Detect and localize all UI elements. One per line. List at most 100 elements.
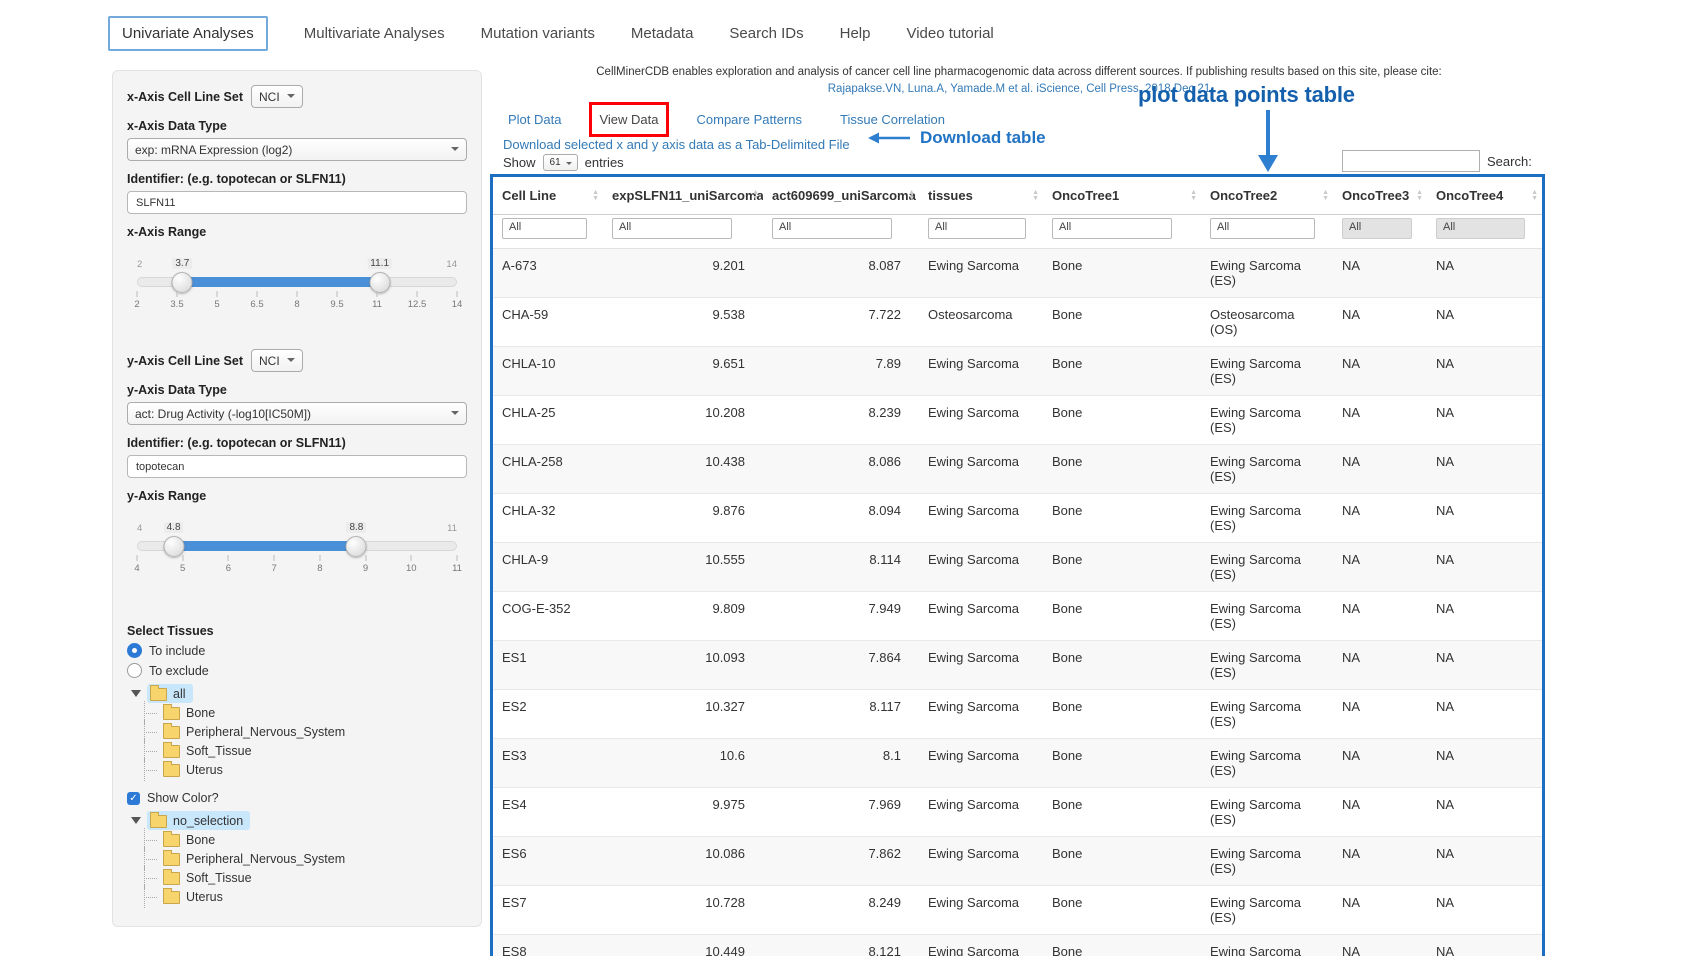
x-cell-line-set-select[interactable]: NCI bbox=[251, 85, 303, 108]
column-filter-cell-line[interactable]: All bbox=[502, 218, 587, 239]
table-row[interactable]: CHLA-2510.2088.239Ewing SarcomaBoneEwing… bbox=[493, 396, 1542, 445]
sort-icon[interactable]: ▲▼ bbox=[592, 190, 599, 202]
table-row[interactable]: CHLA-109.6517.89Ewing SarcomaBoneEwing S… bbox=[493, 347, 1542, 396]
exclude-radio[interactable] bbox=[127, 663, 142, 678]
column-filter-oncotree3[interactable]: All bbox=[1342, 218, 1412, 239]
tree-item-uterus[interactable]: Uterus bbox=[141, 760, 467, 779]
y-data-type-select[interactable]: act: Drug Activity (-log10[IC50M]) bbox=[127, 402, 467, 425]
column-header-oncotree3[interactable]: OncoTree3▲▼ bbox=[1333, 177, 1427, 215]
x-data-type-select[interactable]: exp: mRNA Expression (log2) bbox=[127, 138, 467, 161]
column-filter-oncotree2[interactable]: All bbox=[1210, 218, 1315, 239]
table-cell: NA bbox=[1333, 690, 1427, 739]
table-row[interactable]: ES49.9757.969Ewing SarcomaBoneEwing Sarc… bbox=[493, 788, 1542, 837]
table-cell: 8.087 bbox=[763, 249, 919, 298]
search-input[interactable] bbox=[1342, 150, 1480, 172]
table-row[interactable]: CHLA-910.5558.114Ewing SarcomaBoneEwing … bbox=[493, 543, 1542, 592]
column-header-act609699-unisarcoma[interactable]: act609699_uniSarcoma▲▼ bbox=[763, 177, 919, 215]
slider-selected-bar[interactable] bbox=[174, 541, 357, 551]
nav-item-univariate-analyses[interactable]: Univariate Analyses bbox=[108, 16, 268, 51]
sort-icon[interactable]: ▲▼ bbox=[1531, 190, 1538, 202]
column-header-tissues[interactable]: tissues▲▼ bbox=[919, 177, 1043, 215]
tree-item-peripheral-nervous-system[interactable]: Peripheral_Nervous_System bbox=[141, 722, 467, 741]
table-cell: NA bbox=[1333, 592, 1427, 641]
table-row[interactable]: COG-E-3529.8097.949Ewing SarcomaBoneEwin… bbox=[493, 592, 1542, 641]
table-row[interactable]: ES210.3278.117Ewing SarcomaBoneEwing Sar… bbox=[493, 690, 1542, 739]
tab-compare-patterns[interactable]: Compare Patterns bbox=[697, 112, 803, 127]
exclude-radio-label: To exclude bbox=[149, 664, 209, 678]
x-range-handle-low[interactable] bbox=[172, 272, 193, 293]
download-link[interactable]: Download selected x and y axis data as a… bbox=[503, 137, 850, 152]
column-filter-oncotree4[interactable]: All bbox=[1436, 218, 1525, 239]
table-cell: NA bbox=[1333, 249, 1427, 298]
column-header-oncotree1[interactable]: OncoTree1▲▼ bbox=[1043, 177, 1201, 215]
tree-expander-icon[interactable] bbox=[131, 817, 141, 824]
nav-item-multivariate-analyses[interactable]: Multivariate Analyses bbox=[304, 25, 445, 42]
tree-item-soft-tissue[interactable]: Soft_Tissue bbox=[141, 868, 467, 887]
nav-item-search-ids[interactable]: Search IDs bbox=[729, 25, 803, 42]
table-cell: Ewing Sarcoma (ES) bbox=[1201, 739, 1333, 788]
x-range-handle-high[interactable] bbox=[369, 272, 390, 293]
tree-root-no-selection[interactable]: no_selection bbox=[147, 811, 250, 830]
slider-tick-label: 11 bbox=[452, 563, 462, 574]
table-row[interactable]: A-6739.2018.087Ewing SarcomaBoneEwing Sa… bbox=[493, 249, 1542, 298]
table-row[interactable]: ES110.0937.864Ewing SarcomaBoneEwing Sar… bbox=[493, 641, 1542, 690]
tree-item-bone[interactable]: Bone bbox=[141, 703, 467, 722]
sort-icon[interactable]: ▲▼ bbox=[1322, 190, 1329, 202]
entries-label: entries bbox=[585, 155, 624, 170]
table-row[interactable]: CHLA-329.8768.094Ewing SarcomaBoneEwing … bbox=[493, 494, 1542, 543]
tree-item-peripheral-nervous-system[interactable]: Peripheral_Nervous_System bbox=[141, 849, 467, 868]
table-row[interactable]: ES710.7288.249Ewing SarcomaBoneEwing Sar… bbox=[493, 886, 1542, 935]
tab-tissue-correlation[interactable]: Tissue Correlation bbox=[840, 112, 945, 127]
y-cell-line-set-select[interactable]: NCI bbox=[251, 349, 303, 372]
sort-icon[interactable]: ▲▼ bbox=[908, 190, 915, 202]
table-row[interactable]: ES310.68.1Ewing SarcomaBoneEwing Sarcoma… bbox=[493, 739, 1542, 788]
table-cell: Ewing Sarcoma bbox=[919, 935, 1043, 956]
column-filter-oncotree1[interactable]: All bbox=[1052, 218, 1172, 239]
table-row[interactable]: CHA-599.5387.722OsteosarcomaBoneOsteosar… bbox=[493, 298, 1542, 347]
tree-expander-icon[interactable] bbox=[131, 690, 141, 697]
sort-icon[interactable]: ▲▼ bbox=[1032, 190, 1039, 202]
column-filter-tissues[interactable]: All bbox=[928, 218, 1026, 239]
tab-plot-data[interactable]: Plot Data bbox=[508, 112, 561, 127]
y-axis-range-slider[interactable]: 4114.88.84567891011 bbox=[137, 525, 457, 585]
column-header-cell-line[interactable]: Cell Line▲▼ bbox=[493, 177, 603, 215]
nav-item-help[interactable]: Help bbox=[840, 25, 871, 42]
table-cell: 10.6 bbox=[603, 739, 763, 788]
table-row[interactable]: CHLA-25810.4388.086Ewing SarcomaBoneEwin… bbox=[493, 445, 1542, 494]
slider-tick-label: 4 bbox=[134, 563, 139, 574]
nav-item-video-tutorial[interactable]: Video tutorial bbox=[906, 25, 993, 42]
x-axis-range-slider[interactable]: 2143.711.123.556.589.51112.514 bbox=[137, 261, 457, 321]
citation-link[interactable]: Rajapakse.VN, Luna.A, Yamade.M et al. iS… bbox=[490, 81, 1548, 98]
nav-item-metadata[interactable]: Metadata bbox=[631, 25, 694, 42]
column-header-oncotree2[interactable]: OncoTree2▲▼ bbox=[1201, 177, 1333, 215]
entries-select[interactable]: 61 bbox=[543, 154, 578, 171]
tree-item-label: Peripheral_Nervous_System bbox=[186, 852, 345, 866]
x-identifier-input[interactable] bbox=[127, 191, 467, 214]
table-body: A-6739.2018.087Ewing SarcomaBoneEwing Sa… bbox=[493, 249, 1542, 956]
tab-view-data[interactable]: View Data bbox=[599, 112, 658, 127]
y-range-handle-high[interactable] bbox=[346, 536, 367, 557]
column-filter-expslfn11-unisarcoma[interactable]: All bbox=[612, 218, 732, 239]
y-range-handle-low[interactable] bbox=[163, 536, 184, 557]
tree-item-bone[interactable]: Bone bbox=[141, 830, 467, 849]
table-row[interactable]: ES810.4498.121Ewing SarcomaBoneEwing Sar… bbox=[493, 935, 1542, 956]
slider-selected-bar[interactable] bbox=[182, 277, 379, 287]
tree-item-soft-tissue[interactable]: Soft_Tissue bbox=[141, 741, 467, 760]
column-header-expslfn11-unisarcoma[interactable]: expSLFN11_uniSarcoma▲▼ bbox=[603, 177, 763, 215]
nav-item-mutation-variants[interactable]: Mutation variants bbox=[481, 25, 595, 42]
table-cell: Ewing Sarcoma (ES) bbox=[1201, 249, 1333, 298]
column-header-oncotree4[interactable]: OncoTree4▲▼ bbox=[1427, 177, 1542, 215]
include-radio[interactable] bbox=[127, 643, 142, 658]
sort-icon[interactable]: ▲▼ bbox=[752, 190, 759, 202]
y-identifier-input[interactable] bbox=[127, 455, 467, 478]
show-color-checkbox[interactable]: ✓ bbox=[127, 792, 140, 805]
sort-icon[interactable]: ▲▼ bbox=[1190, 190, 1197, 202]
sort-icon[interactable]: ▲▼ bbox=[1416, 190, 1423, 202]
tree-root-all[interactable]: all bbox=[147, 684, 193, 703]
column-filter-act609699-unisarcoma[interactable]: All bbox=[772, 218, 892, 239]
table-row[interactable]: ES610.0867.862Ewing SarcomaBoneEwing Sar… bbox=[493, 837, 1542, 886]
tree-item-uterus[interactable]: Uterus bbox=[141, 887, 467, 906]
table-cell: NA bbox=[1333, 739, 1427, 788]
y-cell-line-set-row: y-Axis Cell Line Set NCI bbox=[127, 349, 467, 372]
data-table-container: Cell Line▲▼expSLFN11_uniSarcoma▲▼act6096… bbox=[490, 174, 1545, 956]
